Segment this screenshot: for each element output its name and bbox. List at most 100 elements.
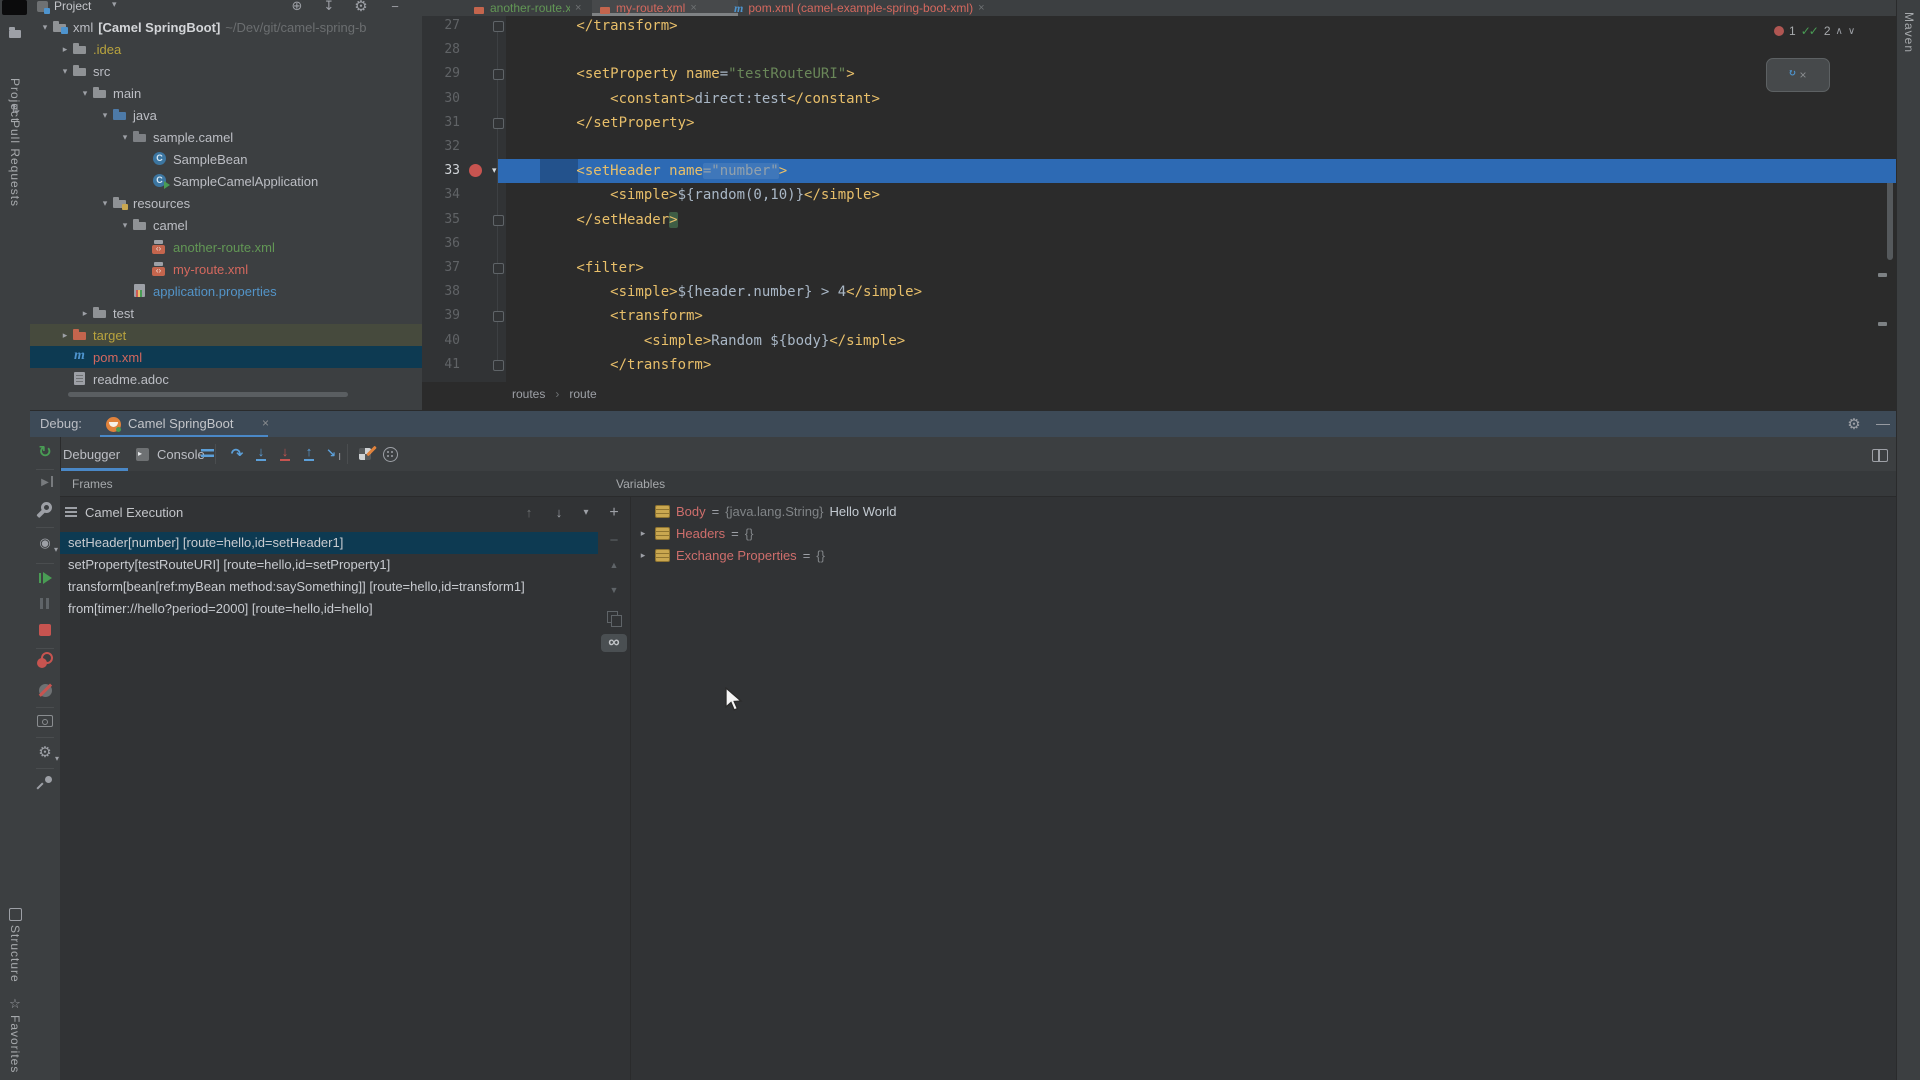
editor-scrollbar[interactable] <box>1887 175 1893 260</box>
prev-problem-icon[interactable]: ∧ <box>1836 26 1843 37</box>
line-number[interactable]: 32 <box>422 135 460 159</box>
chevron-down-icon[interactable]: ▾ <box>98 110 112 121</box>
fold-marker-icon[interactable] <box>493 311 504 322</box>
tree-item-target[interactable]: ▸target <box>30 324 423 346</box>
line-number[interactable]: 40 <box>422 329 460 353</box>
breadcrumb-item-routes[interactable]: routes <box>512 387 545 401</box>
dropdown-caret-icon[interactable] <box>577 503 595 521</box>
thread-selector[interactable]: Camel Execution <box>60 497 598 527</box>
line-number[interactable]: 33 <box>422 159 460 183</box>
stop-icon[interactable] <box>36 621 54 639</box>
debug-tab-debugger[interactable]: Debugger <box>55 437 128 471</box>
line-number[interactable]: 39 <box>422 304 460 328</box>
chevron-right-icon[interactable]: ▸ <box>637 550 649 561</box>
inspections-widget[interactable]: 1 ✓✓ 2 ∧ ∨ <box>1774 22 1855 40</box>
line-number[interactable]: 28 <box>422 38 460 62</box>
maven-reload-popup[interactable]: × <box>1766 58 1830 92</box>
tree-item-readme-adoc[interactable]: readme.adoc <box>30 368 423 390</box>
wrench-icon[interactable] <box>36 501 54 519</box>
gear-icon[interactable] <box>1845 415 1863 433</box>
step-into-icon[interactable] <box>252 445 270 463</box>
chevron-right-icon[interactable]: ▸ <box>637 528 649 539</box>
fold-marker-icon[interactable] <box>493 360 504 371</box>
horizontal-scrollbar[interactable] <box>68 392 348 397</box>
tree-item-camel[interactable]: ▾camel <box>30 214 423 236</box>
glasses-icon[interactable] <box>601 634 627 652</box>
close-icon[interactable]: × <box>978 2 984 14</box>
variable-row-body[interactable]: Body={java.lang.String}Hello World <box>630 500 1890 522</box>
layout-icon[interactable] <box>1871 446 1889 464</box>
stripe-mark[interactable] <box>1878 322 1887 326</box>
tree-item-resources[interactable]: ▾resources <box>30 192 423 214</box>
chevron-right-icon[interactable]: ▸ <box>58 44 72 55</box>
sidebar-item-maven[interactable]: Maven <box>1902 12 1916 53</box>
customize-data-views-icon[interactable] <box>356 445 374 463</box>
chevron-down-icon[interactable]: ▾ <box>118 132 132 143</box>
view-options-icon[interactable] <box>36 534 54 552</box>
chevron-down-icon[interactable]: ▾ <box>78 88 92 99</box>
line-number[interactable]: 38 <box>422 280 460 304</box>
next-problem-icon[interactable]: ∨ <box>1848 26 1855 37</box>
sidebar-item-favorites[interactable]: Favorites <box>8 1015 22 1073</box>
frame-down-icon[interactable] <box>550 503 568 521</box>
mute-breakpoints-icon[interactable] <box>36 681 54 699</box>
duplicate-icon[interactable] <box>605 609 623 627</box>
pin-icon[interactable] <box>36 774 54 792</box>
tree-item-src[interactable]: ▾src <box>30 60 423 82</box>
tree-item-idea[interactable]: ▸.idea <box>30 38 423 60</box>
line-number[interactable]: 37 <box>422 256 460 280</box>
thread-name[interactable]: Camel Execution <box>85 505 183 520</box>
folder-icon[interactable] <box>6 24 24 42</box>
chevron-down-icon[interactable]: ▾ <box>118 220 132 231</box>
tree-item-main[interactable]: ▾main <box>30 82 423 104</box>
line-number[interactable]: 35 <box>422 208 460 232</box>
chevron-right-icon[interactable]: ▸ <box>58 330 72 341</box>
chevron-right-icon[interactable]: ▸ <box>78 308 92 319</box>
fold-marker-icon[interactable] <box>493 69 504 80</box>
hamburger-menu-icon[interactable] <box>198 445 216 463</box>
stripe-mark[interactable] <box>1878 273 1887 277</box>
tree-item-java[interactable]: ▾java <box>30 104 423 126</box>
line-number[interactable]: 29 <box>422 62 460 86</box>
fold-marker-icon[interactable] <box>493 21 504 32</box>
close-icon[interactable]: × <box>1799 68 1806 82</box>
line-number[interactable]: 41 <box>422 353 460 377</box>
tree-item-application-properties[interactable]: application.properties <box>30 280 423 302</box>
fold-marker-icon[interactable] <box>493 215 504 226</box>
tree-item-pom-xml[interactable]: pom.xml <box>30 346 423 368</box>
dotted-circle-icon[interactable] <box>381 445 399 463</box>
view-breakpoints-icon[interactable] <box>36 651 54 669</box>
line-number[interactable]: 31 <box>422 111 460 135</box>
tree-item-test[interactable]: ▸test <box>30 302 423 324</box>
tree-item-another-route-xml[interactable]: another-route.xml <box>30 236 423 258</box>
breadcrumb-item-route[interactable]: route <box>569 387 596 401</box>
move-up-icon[interactable] <box>605 556 623 574</box>
step-out-icon[interactable] <box>300 445 318 463</box>
variable-row-exchange-properties[interactable]: ▸Exchange Properties={} <box>630 544 1890 566</box>
tree-item-samplecamelapplication[interactable]: SampleCamelApplication <box>30 170 423 192</box>
frame-row[interactable]: transform[bean[ref:myBean method:saySome… <box>60 576 598 598</box>
camera-icon[interactable] <box>36 711 54 729</box>
line-number[interactable]: 36 <box>422 232 460 256</box>
close-icon[interactable]: × <box>262 416 269 430</box>
chevron-down-icon[interactable]: ▾ <box>38 22 52 33</box>
structure-icon[interactable] <box>6 905 24 923</box>
run-to-cursor-icon[interactable] <box>325 445 343 463</box>
rerun-icon[interactable] <box>36 443 54 461</box>
variable-row-headers[interactable]: ▸Headers={} <box>630 522 1890 544</box>
chevron-down-icon[interactable]: ▾ <box>98 198 112 209</box>
tree-item-sample-camel[interactable]: ▾sample.camel <box>30 126 423 148</box>
frame-row[interactable]: from[timer://hello?period=2000] [route=h… <box>60 598 598 620</box>
chevron-down-icon[interactable]: ▾ <box>58 66 72 77</box>
hide-icon[interactable]: — <box>1876 415 1890 431</box>
step-over-icon[interactable] <box>228 445 246 463</box>
debug-session-tab[interactable]: Camel SpringBoot <box>128 416 234 431</box>
tree-item-samplebean[interactable]: SampleBean <box>30 148 423 170</box>
line-number[interactable]: 34 <box>422 183 460 207</box>
fold-marker-icon[interactable]: ▾ <box>492 165 497 176</box>
close-icon[interactable]: × <box>575 2 581 14</box>
tab-pom-xml-camel-example-spring-boot-xml[interactable]: mpom.xml (camel-example-spring-boot-xml)… <box>726 0 1048 16</box>
sidebar-item-pull-requests[interactable]: Pull Requests <box>8 120 22 207</box>
line-number[interactable]: 27 <box>422 14 460 38</box>
fold-marker-icon[interactable] <box>493 118 504 129</box>
